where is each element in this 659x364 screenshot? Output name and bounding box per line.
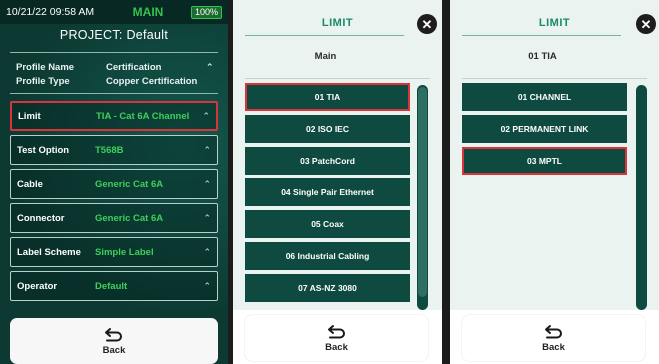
setting-connector[interactable]: Connector Generic Cat 6A ⌃	[10, 203, 218, 233]
battery-icon: 100%	[190, 5, 222, 19]
status-time: 10/21/22 09:58 AM	[6, 6, 95, 18]
chevron-up-icon: ⌃	[203, 280, 211, 291]
back-arrow-icon	[105, 327, 122, 341]
profile-type-value: Copper Certification	[106, 75, 198, 87]
profile-name-row: Profile Name Certification ⌃	[16, 60, 218, 74]
setting-operator[interactable]: Operator Default ⌃	[10, 271, 218, 301]
profile-section[interactable]: Profile Name Certification ⌃ Profile Typ…	[16, 60, 218, 88]
setting-value: Default	[95, 280, 128, 292]
setting-value: Generic Cat 6A	[95, 212, 164, 224]
status-mode: MAIN	[132, 5, 164, 19]
chevron-up-icon: ⌃	[203, 144, 211, 155]
setting-label: Label Scheme	[17, 246, 81, 258]
back-label: Back	[542, 341, 565, 353]
back-button[interactable]: Back	[462, 315, 645, 361]
limit-item[interactable]: 01 TIA	[245, 83, 410, 111]
setting-limit[interactable]: Limit TIA - Cat 6A Channel ⌃	[10, 101, 218, 131]
setting-value: Generic Cat 6A	[95, 178, 164, 190]
limit-main-screen: LIMIT ✕ Main 01 TIA 02 ISO IEC 03 PatchC…	[233, 0, 442, 364]
divider	[10, 93, 218, 94]
screen-subtitle: 01 TIA	[528, 51, 557, 62]
chevron-up-icon: ⌃	[206, 61, 214, 72]
back-label: Back	[102, 344, 126, 356]
close-icon[interactable]: ✕	[636, 14, 656, 34]
back-arrow-icon	[544, 324, 562, 338]
scrollbar-thumb[interactable]	[418, 87, 427, 297]
scrollbar[interactable]	[636, 85, 647, 310]
screen-title: LIMIT	[538, 17, 571, 29]
limit-item[interactable]: 04 Single Pair Ethernet	[245, 178, 410, 206]
limit-item[interactable]: 02 PERMANENT LINK	[462, 115, 627, 143]
divider	[462, 78, 647, 79]
setting-label: Operator	[17, 280, 58, 292]
divider	[462, 35, 621, 36]
setting-cable[interactable]: Cable Generic Cat 6A ⌃	[10, 169, 218, 199]
setting-label-scheme[interactable]: Label Scheme Simple Label ⌃	[10, 237, 218, 267]
setting-label: Cable	[17, 178, 43, 190]
status-bar: 10/21/22 09:58 AM MAIN 100%	[0, 0, 228, 24]
close-icon[interactable]: ✕	[417, 14, 437, 34]
screen-subtitle: Main	[314, 51, 337, 62]
limit-item[interactable]: 07 AS-NZ 3080	[245, 274, 410, 302]
back-arrow-icon	[327, 324, 345, 338]
chevron-up-icon: ⌃	[203, 178, 211, 189]
chevron-up-icon: ⌃	[202, 110, 210, 121]
profile-name-value: Certification	[106, 61, 162, 73]
limit-item[interactable]: 06 Industrial Cabling	[245, 242, 410, 270]
project-title: PROJECT: Default	[59, 28, 169, 42]
profile-type-label: Profile Type	[16, 75, 70, 87]
profile-name-label: Profile Name	[16, 61, 75, 73]
profile-type-row: Profile Type Copper Certification	[16, 74, 218, 88]
divider	[245, 78, 430, 79]
limit-item[interactable]: 03 MPTL	[462, 147, 627, 175]
scrollbar[interactable]	[417, 85, 428, 310]
setting-label: Connector	[17, 212, 65, 224]
chevron-up-icon: ⌃	[203, 246, 211, 257]
chevron-up-icon: ⌃	[203, 212, 211, 223]
divider	[245, 35, 404, 36]
setting-test-option[interactable]: Test Option T568B ⌃	[10, 135, 218, 165]
back-button[interactable]: Back	[10, 318, 218, 364]
back-button[interactable]: Back	[245, 315, 428, 361]
setting-label: Limit	[18, 110, 41, 122]
setting-value: TIA - Cat 6A Channel	[96, 110, 190, 122]
limit-item[interactable]: 01 CHANNEL	[462, 83, 627, 111]
limit-item[interactable]: 05 Coax	[245, 210, 410, 238]
back-label: Back	[325, 341, 348, 353]
limit-item[interactable]: 02 ISO IEC	[245, 115, 410, 143]
main-screen: 10/21/22 09:58 AM MAIN 100% PROJECT: Def…	[0, 0, 228, 364]
limit-item[interactable]: 03 PatchCord	[245, 147, 410, 175]
setting-value: T568B	[95, 144, 124, 156]
limit-tia-screen: LIMIT ✕ 01 TIA 01 CHANNEL 02 PERMANENT L…	[450, 0, 659, 364]
screen-title: LIMIT	[321, 17, 354, 29]
setting-label: Test Option	[17, 144, 70, 156]
setting-value: Simple Label	[95, 246, 154, 258]
divider	[10, 52, 218, 53]
